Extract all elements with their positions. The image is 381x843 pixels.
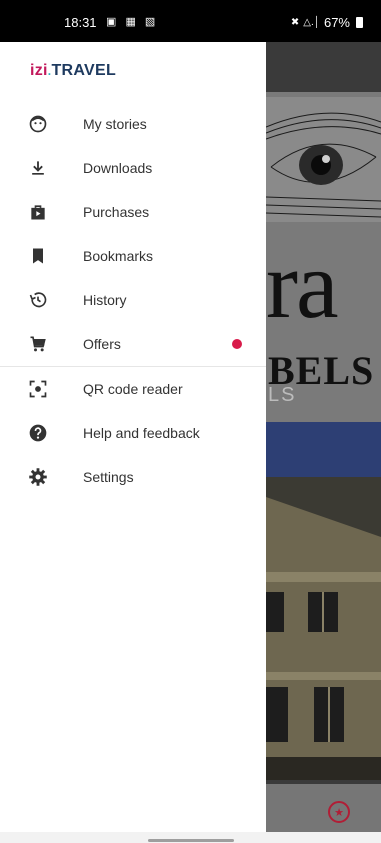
menu-item-offers[interactable]: Offers — [0, 322, 266, 366]
history-icon — [28, 290, 48, 310]
building-image — [266, 477, 381, 780]
menu-item-help-and-feedback[interactable]: Help and feedback — [0, 411, 266, 455]
menu-item-label: Offers — [83, 336, 121, 352]
battery-icon — [356, 17, 363, 28]
menu-item-purchases[interactable]: Purchases — [0, 190, 266, 234]
cart-icon — [28, 334, 48, 354]
system-navigation-bar — [0, 832, 381, 843]
gear-icon — [28, 467, 48, 487]
download-icon — [28, 158, 48, 178]
menu-item-downloads[interactable]: Downloads — [0, 146, 266, 190]
signal-icon: △.│ — [303, 17, 320, 28]
shopping-bag-icon — [28, 202, 48, 222]
background-small-text: LS — [268, 384, 297, 406]
offers-notification-dot — [232, 339, 242, 349]
drawer-menu: My stories Downloads Purchases Bookmarks — [0, 102, 266, 499]
izi-travel-logo: izi.TRAVEL — [30, 62, 117, 79]
status-time: 18:31 — [64, 15, 97, 30]
menu-item-label: Purchases — [83, 204, 150, 220]
menu-item-label: Downloads — [83, 160, 153, 176]
notification-icons: ▣ ▦ ▧ — [106, 16, 159, 28]
status-right-group: ✖ △.│ 67% — [291, 15, 363, 30]
menu-item-label: QR code reader — [83, 381, 183, 397]
menu-item-label: History — [83, 292, 127, 308]
engraved-eye-icon — [266, 97, 381, 222]
background-title-text: ra — [266, 231, 339, 338]
menu-item-label: Settings — [83, 469, 134, 485]
menu-item-qr-code-reader[interactable]: QR code reader — [0, 367, 266, 411]
mute-icon: ✖ — [290, 17, 300, 28]
background-bottom-bar — [266, 784, 381, 832]
menu-item-history[interactable]: History — [0, 278, 266, 322]
status-bar: 18:31 ▣ ▦ ▧ ✖ △.│ 67% — [0, 0, 381, 42]
menu-item-label: My stories — [83, 116, 147, 132]
menu-item-settings[interactable]: Settings — [0, 455, 266, 499]
menu-item-label: Help and feedback — [83, 425, 200, 441]
background-app[interactable]: ra BELS LS ★ — [266, 42, 381, 832]
menu-item-my-stories[interactable]: My stories — [0, 102, 266, 146]
bookmark-icon — [28, 246, 48, 266]
battery-percent: 67% — [323, 15, 350, 30]
qr-scan-icon — [28, 379, 48, 399]
home-gesture-handle[interactable] — [148, 839, 234, 842]
navigation-drawer: izi.TRAVEL My stories Downloads Purchase… — [0, 42, 266, 832]
face-icon — [28, 114, 48, 134]
menu-item-label: Bookmarks — [83, 248, 154, 264]
menu-item-bookmarks[interactable]: Bookmarks — [0, 234, 266, 278]
star-circle-icon[interactable]: ★ — [328, 801, 350, 823]
help-icon — [28, 423, 48, 443]
